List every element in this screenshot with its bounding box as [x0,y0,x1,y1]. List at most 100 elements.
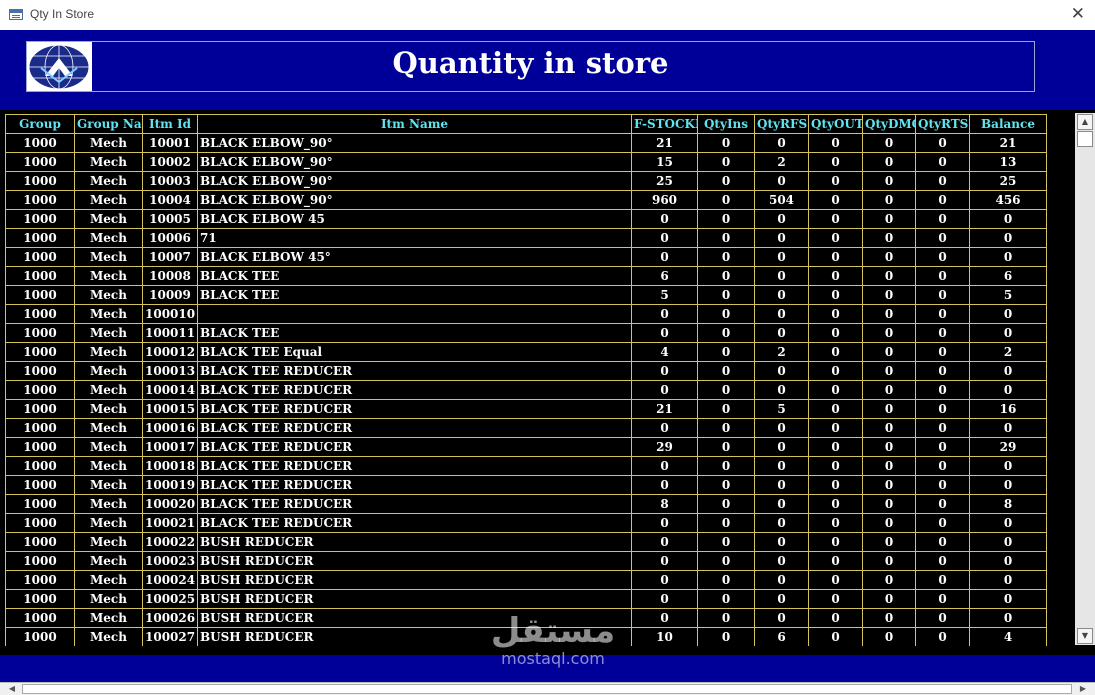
table-cell[interactable]: 0 [808,133,863,153]
table-cell[interactable]: BLACK ELBOW_90° [197,171,632,191]
table-cell[interactable]: 8 [631,494,698,514]
table-cell[interactable]: 100020 [142,494,198,514]
table-cell[interactable]: 0 [808,323,863,343]
table-cell[interactable]: 0 [754,475,809,495]
column-header[interactable]: Itm Name [197,114,632,134]
table-cell[interactable]: 0 [915,399,970,419]
table-cell[interactable]: BUSH REDUCER [197,551,632,571]
table-cell[interactable]: 0 [697,152,755,172]
table-cell[interactable]: 0 [808,285,863,305]
table-cell[interactable]: 100012 [142,342,198,362]
table-cell[interactable]: 100023 [142,551,198,571]
table-cell[interactable]: 100027 [142,627,198,646]
table-cell[interactable]: Mech [74,456,143,476]
table-cell[interactable]: 4 [631,342,698,362]
table-cell[interactable]: 0 [697,399,755,419]
table-row[interactable]: 1000 Mech 10007 BLACK ELBOW 45° 0 0 0 0 0 0 0 [5,247,1047,267]
table-row[interactable]: 1000 Mech 100021 BLACK TEE REDUCER 0 0 0 0 0 0 0 [5,513,1047,533]
table-cell[interactable]: 0 [697,589,755,609]
table-cell[interactable]: 0 [631,323,698,343]
table-cell[interactable]: 1000 [5,152,75,172]
table-cell[interactable]: 0 [697,608,755,628]
table-cell[interactable]: 0 [754,285,809,305]
table-cell[interactable]: 29 [631,437,698,457]
table-cell[interactable]: 0 [915,475,970,495]
table-cell[interactable]: Mech [74,190,143,210]
table-cell[interactable]: 10008 [142,266,198,286]
table-cell[interactable]: BLACK TEE REDUCER [197,513,632,533]
table-row[interactable]: 1000 Mech 10005 BLACK ELBOW 45 0 0 0 0 0 0 0 [5,209,1047,229]
table-cell[interactable]: Mech [74,494,143,514]
table-cell[interactable]: 0 [915,304,970,324]
table-cell[interactable]: BUSH REDUCER [197,532,632,552]
table-cell[interactable]: 0 [631,361,698,381]
table-cell[interactable]: 0 [808,437,863,457]
table-cell[interactable]: 0 [697,513,755,533]
table-cell[interactable]: 0 [697,532,755,552]
table-cell[interactable]: 0 [697,418,755,438]
table-cell[interactable]: 25 [969,171,1047,191]
table-cell[interactable]: 0 [969,513,1047,533]
table-cell[interactable]: 0 [808,171,863,191]
table-cell[interactable]: 0 [862,399,916,419]
table-cell[interactable]: 0 [754,589,809,609]
table-cell[interactable]: 0 [969,532,1047,552]
table-cell[interactable]: BLACK ELBOW_90° [197,133,632,153]
table-cell[interactable]: 21 [631,133,698,153]
table-cell[interactable]: 0 [631,551,698,571]
table-cell[interactable]: BLACK TEE REDUCER [197,475,632,495]
table-cell[interactable]: 100018 [142,456,198,476]
close-icon[interactable]: ✕ [1071,4,1085,24]
table-cell[interactable]: 0 [915,323,970,343]
table-row[interactable]: 1000 Mech 100018 BLACK TEE REDUCER 0 0 0 0 0 0 0 [5,456,1047,476]
table-cell[interactable]: 0 [915,570,970,590]
table-row[interactable]: 1000 Mech 100025 BUSH REDUCER 0 0 0 0 0 0 0 [5,589,1047,609]
table-cell[interactable]: 0 [697,133,755,153]
table-cell[interactable]: 100010 [142,304,198,324]
table-cell[interactable]: 0 [808,494,863,514]
table-cell[interactable]: 0 [697,437,755,457]
table-cell[interactable]: Mech [74,627,143,646]
horizontal-scroll-thumb[interactable] [22,684,1072,694]
table-cell[interactable]: BLACK ELBOW 45 [197,209,632,229]
table-cell[interactable]: 10004 [142,190,198,210]
table-cell[interactable]: 0 [808,627,863,646]
table-cell[interactable]: 0 [754,209,809,229]
table-cell[interactable]: 1000 [5,627,75,646]
table-cell[interactable]: 0 [969,228,1047,248]
table-cell[interactable]: 1000 [5,304,75,324]
table-cell[interactable]: 0 [808,190,863,210]
table-row[interactable]: 1000 Mech 100024 BUSH REDUCER 0 0 0 0 0 0 0 [5,570,1047,590]
vertical-scrollbar[interactable]: ▲ ▼ [1075,113,1095,645]
table-cell[interactable]: 1000 [5,551,75,571]
table-cell[interactable]: 0 [969,418,1047,438]
table-cell[interactable]: BLACK TEE Equal [197,342,632,362]
table-cell[interactable]: Mech [74,570,143,590]
table-cell[interactable]: 0 [808,418,863,438]
table-cell[interactable]: BLACK TEE [197,285,632,305]
table-cell[interactable]: 0 [631,475,698,495]
table-row[interactable]: 1000 Mech 100023 BUSH REDUCER 0 0 0 0 0 0 0 [5,551,1047,571]
table-cell[interactable]: 0 [808,399,863,419]
table-cell[interactable]: 0 [697,171,755,191]
table-cell[interactable]: 1000 [5,361,75,381]
scroll-down-icon[interactable]: ▼ [1077,628,1093,644]
table-cell[interactable]: 1000 [5,171,75,191]
table-cell[interactable]: 0 [808,342,863,362]
table-cell[interactable]: 6 [754,627,809,646]
table-cell[interactable]: Mech [74,266,143,286]
table-cell[interactable]: 2 [754,152,809,172]
table-cell[interactable]: Mech [74,437,143,457]
table-cell[interactable]: 1000 [5,437,75,457]
table-cell[interactable]: 10002 [142,152,198,172]
table-cell[interactable]: BLACK TEE REDUCER [197,399,632,419]
table-row[interactable]: 1000 Mech 100026 BUSH REDUCER 0 0 0 0 0 0 0 [5,608,1047,628]
table-cell[interactable]: 0 [754,380,809,400]
table-cell[interactable]: 0 [862,323,916,343]
table-cell[interactable]: BLACK TEE REDUCER [197,494,632,514]
table-cell[interactable]: 0 [808,608,863,628]
table-cell[interactable]: 0 [915,266,970,286]
table-cell[interactable]: 0 [915,133,970,153]
table-row[interactable]: 1000 Mech 100015 BLACK TEE REDUCER 21 0 5 0 0 0 16 [5,399,1047,419]
table-row[interactable]: 1000 Mech 10003 BLACK ELBOW_90° 25 0 0 0 0 0 25 [5,171,1047,191]
